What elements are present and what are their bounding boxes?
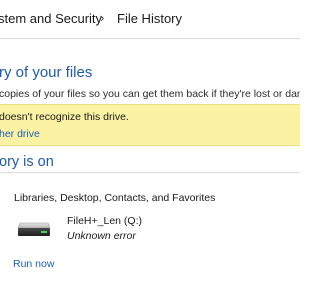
file-history-page: stem and Security › File History ry of y… — [0, 0, 300, 300]
status-heading: ory is on — [0, 154, 54, 170]
section-divider — [0, 172, 300, 173]
breadcrumb-separator-icon: › — [100, 10, 105, 25]
page-description: copies of your files so you can get them… — [0, 88, 300, 100]
drive-status: Unknown error — [67, 230, 136, 242]
drive-name: FileH+_Len (Q:) — [67, 215, 142, 227]
breadcrumb-system-security[interactable]: stem and Security — [0, 11, 102, 26]
breadcrumb-file-history[interactable]: File History — [117, 11, 182, 26]
page-title: ry of your files — [0, 64, 93, 81]
warning-message: doesn't recognize this drive. — [0, 111, 129, 123]
drive-icon — [17, 222, 51, 236]
breadcrumb: stem and Security › File History — [0, 0, 300, 39]
libraries-text: Libraries, Desktop, Contacts, and Favori… — [14, 192, 216, 204]
warning-banner: doesn't recognize this drive. her drive — [0, 104, 300, 146]
run-now-link[interactable]: Run now — [13, 258, 54, 270]
select-another-drive-link[interactable]: her drive — [0, 128, 40, 140]
